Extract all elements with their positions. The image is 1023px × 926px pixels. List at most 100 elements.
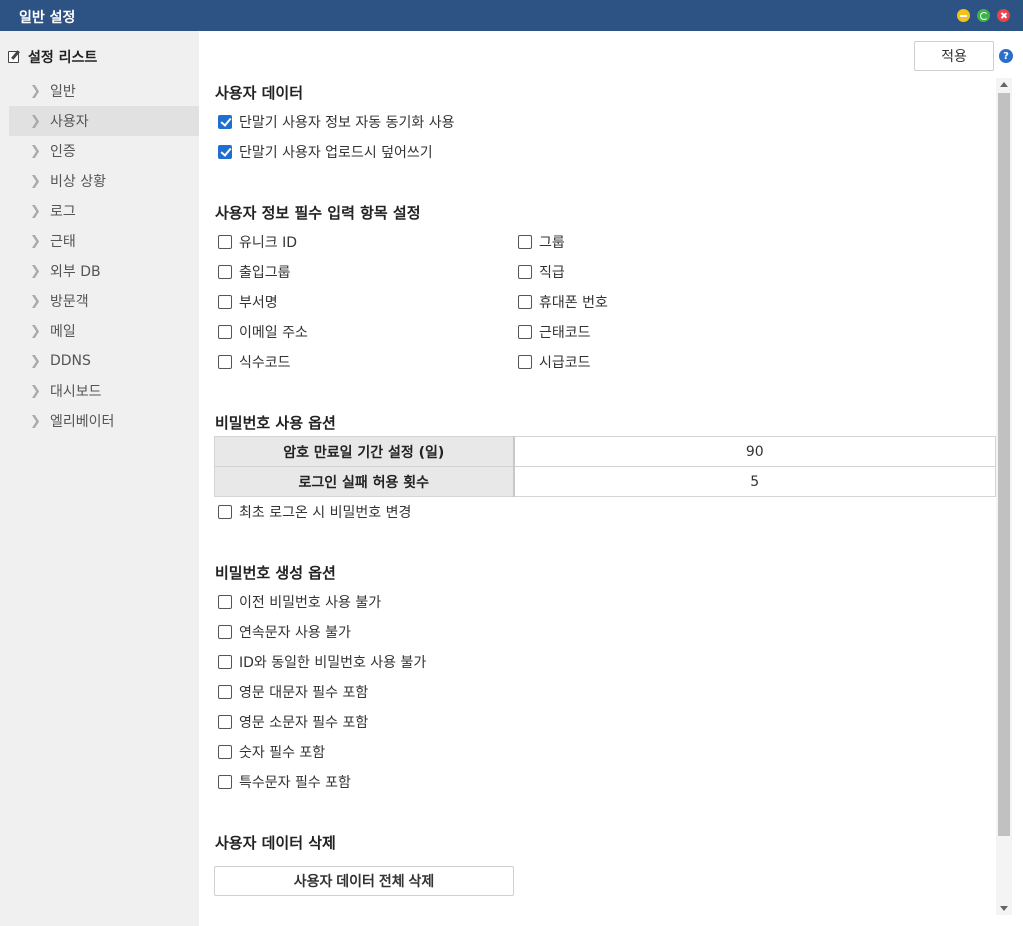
option-overwrite-on-upload[interactable]: 단말기 사용자 업로드시 덮어쓰기 [218, 142, 433, 162]
option-label: ID와 동일한 비밀번호 사용 불가 [239, 655, 427, 671]
edit-list-icon [8, 50, 22, 64]
checkbox[interactable] [518, 265, 532, 279]
option-label: 부서명 [239, 295, 278, 311]
title-bar: 일반 설정 [0, 0, 1023, 31]
scrollbar-thumb[interactable] [998, 93, 1010, 836]
option-label: 그룹 [539, 235, 565, 251]
vertical-scrollbar[interactable] [996, 78, 1012, 915]
chevron-right-icon: ❯ [30, 173, 41, 189]
option-label: 출입그룹 [239, 265, 291, 281]
checkbox[interactable] [218, 235, 232, 249]
chevron-right-icon: ❯ [30, 413, 41, 429]
sidebar-item-label: 근태 [50, 234, 76, 250]
required-meal-code[interactable]: 식수코드 [218, 352, 291, 372]
option-label: 단말기 사용자 정보 자동 동기화 사용 [239, 115, 455, 131]
option-label: 이전 비밀번호 사용 불가 [239, 595, 382, 611]
option-label: 최초 로그온 시 비밀번호 변경 [239, 505, 412, 521]
table-row: 암호 만료일 기간 설정 (일) 90 [214, 436, 996, 467]
option-require-uppercase[interactable]: 영문 대문자 필수 포함 [218, 682, 368, 702]
checkbox[interactable] [218, 715, 232, 729]
table-row: 로그인 실패 허용 횟수 5 [214, 466, 996, 497]
option-no-consecutive-chars[interactable]: 연속문자 사용 불가 [218, 622, 351, 642]
scroll-down-icon[interactable] [1000, 906, 1008, 911]
required-department[interactable]: 부서명 [218, 292, 278, 312]
option-no-same-as-id[interactable]: ID와 동일한 비밀번호 사용 불가 [218, 652, 426, 672]
checkbox[interactable] [518, 325, 532, 339]
restore-icon[interactable] [977, 9, 990, 22]
checkbox-checked[interactable] [218, 145, 232, 159]
required-position[interactable]: 직급 [518, 262, 565, 282]
sidebar-item-authentication[interactable]: ❯ 인증 [9, 136, 199, 166]
sidebar-item-label: 메일 [50, 324, 76, 340]
required-group[interactable]: 그룹 [518, 232, 565, 252]
checkbox[interactable] [218, 295, 232, 309]
section-title-delete-user-data: 사용자 데이터 삭제 [215, 834, 336, 852]
option-auto-sync[interactable]: 단말기 사용자 정보 자동 동기화 사용 [218, 112, 454, 132]
sidebar: 설정 리스트 ❯ 일반 ❯ 사용자 ❯ 인증 ❯ 비상 상황 ❯ 로그 ❯ 근태 ❯ 외부 D… [0, 31, 199, 926]
sidebar-item-dashboard[interactable]: ❯ 대시보드 [9, 376, 199, 406]
required-unique-id[interactable]: 유니크 ID [218, 232, 297, 252]
scroll-up-icon[interactable] [1000, 82, 1008, 87]
login-failure-label: 로그인 실패 허용 횟수 [214, 466, 515, 497]
option-no-previous-password[interactable]: 이전 비밀번호 사용 불가 [218, 592, 381, 612]
required-mobile[interactable]: 휴대폰 번호 [518, 292, 608, 312]
sidebar-header: 설정 리스트 [8, 47, 97, 67]
apply-button[interactable]: 적용 [914, 41, 994, 71]
sidebar-item-label: DDNS [50, 353, 91, 369]
option-change-on-first-login[interactable]: 최초 로그온 시 비밀번호 변경 [218, 502, 411, 522]
option-label: 숫자 필수 포함 [239, 745, 326, 761]
option-label: 단말기 사용자 업로드시 덮어쓰기 [239, 145, 433, 161]
sidebar-item-emergency[interactable]: ❯ 비상 상황 [9, 166, 199, 196]
option-label: 이메일 주소 [239, 325, 308, 341]
chevron-right-icon: ❯ [30, 233, 41, 249]
checkbox[interactable] [218, 265, 232, 279]
checkbox[interactable] [218, 595, 232, 609]
checkbox[interactable] [218, 325, 232, 339]
sidebar-item-label: 인증 [50, 144, 76, 160]
sidebar-item-label: 대시보드 [50, 384, 102, 400]
sidebar-item-label: 로그 [50, 204, 76, 220]
option-require-lowercase[interactable]: 영문 소문자 필수 포함 [218, 712, 368, 732]
option-require-special[interactable]: 특수문자 필수 포함 [218, 772, 351, 792]
delete-all-user-data-button[interactable]: 사용자 데이터 전체 삭제 [214, 866, 514, 896]
sidebar-item-user[interactable]: ❯ 사용자 [9, 106, 199, 136]
sidebar-item-label: 엘리베이터 [50, 414, 115, 430]
sidebar-item-mail[interactable]: ❯ 메일 [9, 316, 199, 346]
sidebar-item-label: 비상 상황 [50, 174, 106, 190]
close-icon[interactable] [997, 9, 1010, 22]
sidebar-item-elevator[interactable]: ❯ 엘리베이터 [9, 406, 199, 436]
chevron-right-icon: ❯ [30, 143, 41, 159]
chevron-right-icon: ❯ [30, 113, 41, 129]
minimize-icon[interactable] [957, 9, 970, 22]
checkbox[interactable] [518, 235, 532, 249]
password-expiry-input[interactable]: 90 [513, 436, 996, 467]
chevron-right-icon: ❯ [30, 203, 41, 219]
required-hourly-code[interactable]: 시급코드 [518, 352, 591, 372]
sidebar-item-ddns[interactable]: ❯ DDNS [9, 346, 199, 376]
sidebar-item-external-db[interactable]: ❯ 외부 DB [9, 256, 199, 286]
option-require-number[interactable]: 숫자 필수 포함 [218, 742, 325, 762]
login-failure-input[interactable]: 5 [513, 466, 996, 497]
checkbox[interactable] [218, 625, 232, 639]
checkbox[interactable] [218, 685, 232, 699]
checkbox[interactable] [518, 295, 532, 309]
option-label: 연속문자 사용 불가 [239, 625, 351, 641]
sidebar-item-label: 일반 [50, 84, 76, 100]
required-access-group[interactable]: 출입그룹 [218, 262, 291, 282]
checkbox[interactable] [218, 775, 232, 789]
checkbox-checked[interactable] [218, 115, 232, 129]
help-icon[interactable]: ? [999, 49, 1013, 63]
checkbox[interactable] [218, 355, 232, 369]
sidebar-item-log[interactable]: ❯ 로그 [9, 196, 199, 226]
sidebar-item-general[interactable]: ❯ 일반 [9, 76, 199, 106]
checkbox[interactable] [218, 745, 232, 759]
checkbox[interactable] [218, 655, 232, 669]
required-email[interactable]: 이메일 주소 [218, 322, 308, 342]
checkbox[interactable] [518, 355, 532, 369]
checkbox[interactable] [218, 505, 232, 519]
chevron-right-icon: ❯ [30, 383, 41, 399]
section-title-password-generation: 비밀번호 생성 옵션 [215, 564, 336, 582]
sidebar-item-visitor[interactable]: ❯ 방문객 [9, 286, 199, 316]
sidebar-item-attendance[interactable]: ❯ 근태 [9, 226, 199, 256]
required-attendance-code[interactable]: 근태코드 [518, 322, 591, 342]
